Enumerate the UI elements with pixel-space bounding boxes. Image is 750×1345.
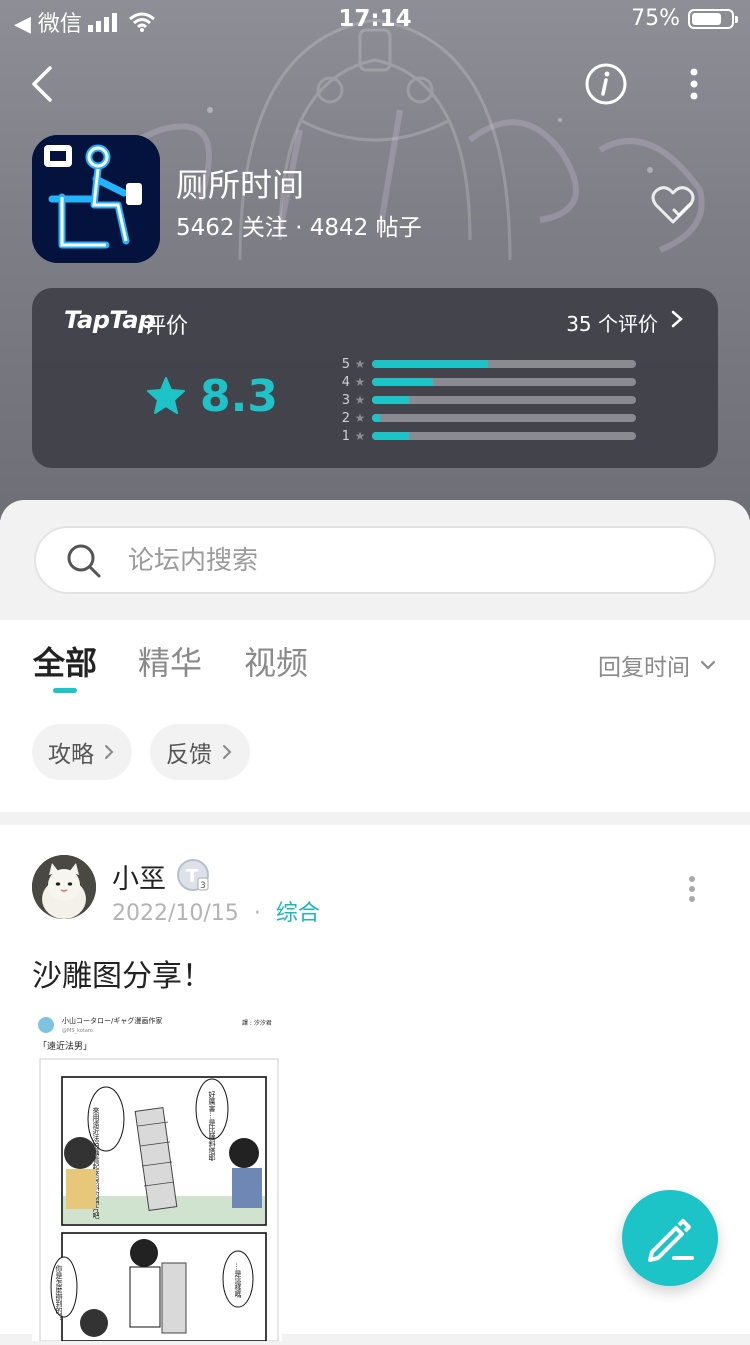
rating-card[interactable]: TapTap 评价 35 个评价 8.3 5 ★ 4 ★ 3 ★ 2 ★ 1 ★ bbox=[32, 288, 718, 468]
chip-feedback[interactable]: 反馈 bbox=[150, 724, 250, 780]
more-icon[interactable] bbox=[680, 64, 708, 104]
post-category[interactable]: 综合 bbox=[276, 901, 320, 926]
rating-score: 8.3 bbox=[200, 371, 278, 422]
rating-bar-row: 4 ★ bbox=[338, 373, 636, 391]
rating-bar-row: 5 ★ bbox=[338, 355, 636, 373]
star-icon: ★ bbox=[354, 375, 366, 389]
forum-tabs: 全部 精华 视频 回复时间 攻略 反馈 bbox=[0, 620, 750, 812]
star-icon: ★ bbox=[354, 411, 366, 425]
comic-author: 小山コータロー/ギャグ漫画作家 bbox=[62, 1016, 162, 1025]
edit-icon bbox=[648, 1219, 694, 1262]
app-stats: 5462 关注 · 4842 帖子 bbox=[176, 215, 422, 241]
star-icon bbox=[147, 377, 185, 414]
status-bar: ◀ 微信 17:14 75% bbox=[0, 0, 750, 40]
rating-bar-track bbox=[372, 396, 636, 404]
post-author[interactable]: 小巠 bbox=[112, 857, 166, 896]
user-level-badge-icon: T 3 bbox=[177, 859, 209, 891]
chevron-right-icon[interactable] bbox=[670, 309, 684, 329]
post-image[interactable]: 小山コータロー/ギャグ漫画作家 @MS_kotaro 譯 : 汐汐君 「遠近法男… bbox=[32, 1011, 282, 1342]
rating-bar-track bbox=[372, 378, 636, 386]
search-bar[interactable] bbox=[34, 526, 716, 594]
more-icon[interactable] bbox=[686, 875, 698, 903]
app-icon bbox=[32, 135, 160, 263]
chevron-right-icon bbox=[223, 745, 232, 759]
rating-title: 评价 bbox=[144, 314, 189, 339]
comic-bubble-4: …是這樣嗎 bbox=[234, 1263, 242, 1299]
search-section bbox=[0, 500, 750, 620]
search-icon bbox=[67, 544, 101, 578]
rating-bar-fill bbox=[372, 432, 409, 440]
chip-guide-label: 攻略 bbox=[48, 742, 94, 768]
svg-text:3: 3 bbox=[200, 881, 206, 891]
rating-count[interactable]: 35 个评价 bbox=[566, 308, 658, 337]
taptap-logo: TapTap bbox=[64, 306, 155, 334]
svg-text:T: T bbox=[186, 866, 199, 887]
rating-bar-label: 3 bbox=[341, 392, 350, 408]
rating-bar-track bbox=[372, 414, 636, 422]
chevron-right-icon bbox=[105, 745, 114, 759]
tab-active-indicator bbox=[53, 688, 77, 693]
compose-button[interactable] bbox=[622, 1190, 718, 1286]
post-title[interactable]: 沙雕图分享！ bbox=[32, 951, 212, 995]
rating-bar-label: 2 bbox=[341, 410, 350, 426]
star-icon: ★ bbox=[354, 429, 366, 443]
search-input[interactable] bbox=[126, 528, 690, 594]
rating-bar-track bbox=[372, 432, 636, 440]
chevron-down-icon bbox=[700, 660, 716, 670]
star-icon: ★ bbox=[354, 393, 366, 407]
battery-icon bbox=[688, 8, 738, 29]
star-icon: ★ bbox=[354, 357, 366, 371]
chip-guide[interactable]: 攻略 bbox=[32, 724, 132, 780]
comic-caption: 「遠近法男」 bbox=[38, 1040, 92, 1052]
sort-dropdown[interactable]: 回复时间 bbox=[598, 648, 716, 682]
rating-bar-fill bbox=[372, 396, 409, 404]
avatar[interactable] bbox=[32, 855, 96, 919]
post-meta: 2022/10/15 · 综合 bbox=[112, 895, 320, 927]
rating-bar-fill bbox=[372, 378, 433, 386]
tab-video[interactable]: 视频 bbox=[244, 638, 308, 684]
rating-bar-fill bbox=[372, 360, 489, 368]
comic-handle: @MS_kotaro bbox=[62, 1028, 93, 1034]
heart-icon[interactable] bbox=[650, 184, 696, 226]
app-header: ◀ 微信 17:14 75% 厕所时间 5462 关注 · 4842 帖子 Ta… bbox=[0, 0, 750, 520]
info-icon[interactable] bbox=[584, 62, 628, 106]
comic-translator: 譯 : 汐汐君 bbox=[242, 1019, 272, 1027]
tab-all[interactable]: 全部 bbox=[33, 638, 97, 684]
battery-percent: 75% bbox=[631, 6, 680, 31]
sort-label: 回复时间 bbox=[598, 655, 690, 681]
rating-bar-label: 1 bbox=[341, 428, 350, 444]
tab-featured[interactable]: 精华 bbox=[138, 638, 202, 684]
rating-bar-fill bbox=[372, 414, 380, 422]
app-title: 厕所时间 bbox=[176, 166, 305, 204]
rating-bar-row: 1 ★ bbox=[338, 427, 636, 445]
rating-bar-row: 2 ★ bbox=[338, 409, 636, 427]
meta-separator: · bbox=[253, 901, 261, 926]
rating-bar-label: 5 bbox=[341, 356, 350, 372]
comic-bubble-3: 你是怎麼辦到的？ bbox=[55, 1264, 63, 1321]
rating-bar-label: 4 bbox=[341, 374, 350, 390]
comic-bubble-2: 好厲害…是比薩斜塔耶 bbox=[208, 1090, 216, 1162]
rating-distribution: 5 ★ 4 ★ 3 ★ 2 ★ 1 ★ bbox=[338, 355, 636, 445]
rating-bar-track bbox=[372, 360, 636, 368]
chip-feedback-label: 反馈 bbox=[166, 742, 212, 768]
back-icon[interactable] bbox=[24, 62, 64, 106]
rating-bar-row: 3 ★ bbox=[338, 391, 636, 409]
status-right: 75% bbox=[631, 6, 738, 31]
post-date: 2022/10/15 bbox=[112, 901, 239, 926]
